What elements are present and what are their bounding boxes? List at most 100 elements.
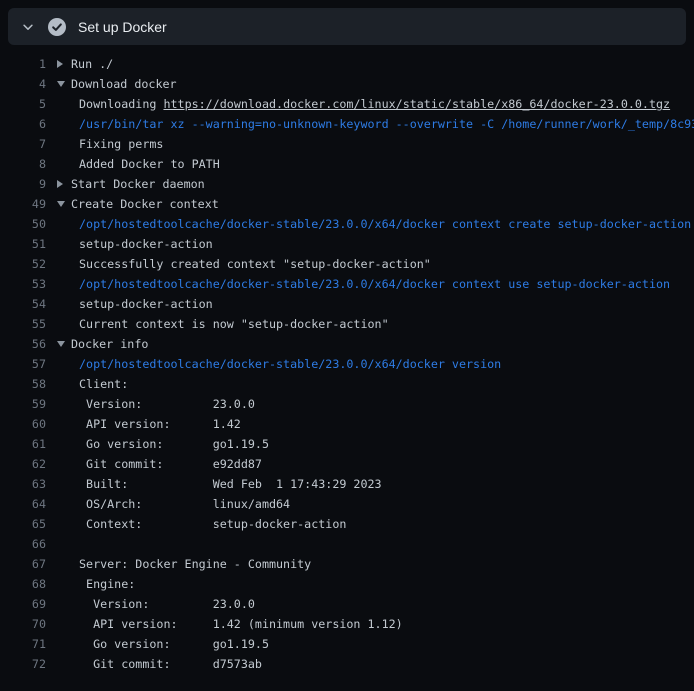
log-row: 67Server: Docker Engine - Community xyxy=(0,554,694,574)
log-row: 7Fixing perms xyxy=(0,134,694,154)
line-number[interactable]: 53 xyxy=(0,274,46,294)
line-number[interactable]: 50 xyxy=(0,214,46,234)
log-row: 68 Engine: xyxy=(0,574,694,594)
log-row: 69 Version: 23.0.0 xyxy=(0,594,694,614)
log-text: Git commit: d7573ab xyxy=(46,654,262,674)
line-number[interactable]: 54 xyxy=(0,294,46,314)
log-row: 59 Version: 23.0.0 xyxy=(0,394,694,414)
log-text: Current context is now "setup-docker-act… xyxy=(46,314,389,334)
group-title: Run ./ xyxy=(71,54,113,74)
page: { "header": { "title": "Set up Docker", … xyxy=(0,8,694,691)
log-group-row[interactable]: 4 Download docker xyxy=(0,74,694,94)
line-number[interactable]: 49 xyxy=(0,194,46,214)
log-text: Version: 23.0.0 xyxy=(46,594,255,614)
group-title: Create Docker context xyxy=(71,194,219,214)
log-text: setup-docker-action xyxy=(46,234,213,254)
log-command-text: /opt/hostedtoolcache/docker-stable/23.0.… xyxy=(46,354,501,374)
line-number[interactable]: 64 xyxy=(0,494,46,514)
line-number[interactable]: 62 xyxy=(0,454,46,474)
line-number[interactable]: 67 xyxy=(0,554,46,574)
log-command-text: /usr/bin/tar xz --warning=no-unknown-key… xyxy=(46,114,694,134)
chevron-down-icon[interactable] xyxy=(21,20,35,34)
step-title: Set up Docker xyxy=(78,19,167,35)
line-number[interactable]: 65 xyxy=(0,514,46,534)
line-number[interactable]: 8 xyxy=(0,154,46,174)
log-row: 58Client: xyxy=(0,374,694,394)
log-group-row[interactable]: 56 Docker info xyxy=(0,334,694,354)
log-row: 66 xyxy=(0,534,694,554)
log-command-text: /opt/hostedtoolcache/docker-stable/23.0.… xyxy=(46,214,691,234)
log-row: 62 Git commit: e92dd87 xyxy=(0,454,694,474)
log-text: API version: 1.42 xyxy=(46,414,241,434)
triangle-down-icon[interactable] xyxy=(57,81,67,87)
line-number[interactable]: 4 xyxy=(0,74,46,94)
log-text: OS/Arch: linux/amd64 xyxy=(46,494,290,514)
check-circle-icon xyxy=(48,18,66,36)
line-number[interactable]: 1 xyxy=(0,54,46,74)
log-row: 54setup-docker-action xyxy=(0,294,694,314)
log-text: Built: Wed Feb 1 17:43:29 2023 xyxy=(46,474,382,494)
log-row: 5Downloading https://download.docker.com… xyxy=(0,94,694,114)
line-number[interactable]: 55 xyxy=(0,314,46,334)
line-number[interactable]: 7 xyxy=(0,134,46,154)
log-text: Go version: go1.19.5 xyxy=(46,634,269,654)
line-number[interactable]: 52 xyxy=(0,254,46,274)
line-number[interactable]: 68 xyxy=(0,574,46,594)
line-number[interactable]: 6 xyxy=(0,114,46,134)
log-row: 61 Go version: go1.19.5 xyxy=(0,434,694,454)
triangle-down-icon[interactable] xyxy=(57,201,67,207)
log-command-text: /opt/hostedtoolcache/docker-stable/23.0.… xyxy=(46,274,670,294)
line-number[interactable]: 66 xyxy=(0,534,46,554)
line-number[interactable]: 60 xyxy=(0,414,46,434)
log-row: 50/opt/hostedtoolcache/docker-stable/23.… xyxy=(0,214,694,234)
log-group-row[interactable]: 1 Run ./ xyxy=(0,54,694,74)
triangle-right-icon[interactable] xyxy=(57,60,67,68)
log-text: Added Docker to PATH xyxy=(46,154,220,174)
log-row: 70 API version: 1.42 (minimum version 1.… xyxy=(0,614,694,634)
log-text: Version: 23.0.0 xyxy=(46,394,255,414)
line-number[interactable]: 71 xyxy=(0,634,46,654)
line-number[interactable]: 58 xyxy=(0,374,46,394)
line-number[interactable]: 70 xyxy=(0,614,46,634)
group-title: Docker info xyxy=(71,334,148,354)
log-row: 8Added Docker to PATH xyxy=(0,154,694,174)
log-url-link[interactable]: https://download.docker.com/linux/static… xyxy=(163,97,670,111)
log-container: 1Run ./4Download docker5Downloading http… xyxy=(0,45,694,674)
log-row: 65 Context: setup-docker-action xyxy=(0,514,694,534)
log-group-row[interactable]: 9Start Docker daemon xyxy=(0,174,694,194)
log-row: 63 Built: Wed Feb 1 17:43:29 2023 xyxy=(0,474,694,494)
step-header[interactable]: Set up Docker xyxy=(8,8,686,45)
triangle-right-icon[interactable] xyxy=(57,180,67,188)
line-number[interactable]: 9 xyxy=(0,174,46,194)
log-text: Client: xyxy=(46,374,128,394)
log-text: API version: 1.42 (minimum version 1.12) xyxy=(46,614,403,634)
line-number[interactable]: 59 xyxy=(0,394,46,414)
log-text: Successfully created context "setup-dock… xyxy=(46,254,431,274)
log-text: Git commit: e92dd87 xyxy=(46,454,262,474)
line-number[interactable]: 69 xyxy=(0,594,46,614)
log-row: 55Current context is now "setup-docker-a… xyxy=(0,314,694,334)
line-number[interactable]: 51 xyxy=(0,234,46,254)
log-row: 52Successfully created context "setup-do… xyxy=(0,254,694,274)
line-number[interactable]: 72 xyxy=(0,654,46,674)
line-number[interactable]: 63 xyxy=(0,474,46,494)
log-row: 60 API version: 1.42 xyxy=(0,414,694,434)
log-row: 6/usr/bin/tar xz --warning=no-unknown-ke… xyxy=(0,114,694,134)
log-text: Context: setup-docker-action xyxy=(46,514,346,534)
log-text: setup-docker-action xyxy=(46,294,213,314)
log-row: 51setup-docker-action xyxy=(0,234,694,254)
log-text: Server: Docker Engine - Community xyxy=(46,554,311,574)
log-row: 71 Go version: go1.19.5 xyxy=(0,634,694,654)
log-text: Downloading https://download.docker.com/… xyxy=(46,94,670,114)
group-title: Download docker xyxy=(71,74,177,94)
line-number[interactable]: 61 xyxy=(0,434,46,454)
triangle-down-icon[interactable] xyxy=(57,341,67,347)
line-number[interactable]: 5 xyxy=(0,94,46,114)
line-number[interactable]: 56 xyxy=(0,334,46,354)
line-number[interactable]: 57 xyxy=(0,354,46,374)
log-group-row[interactable]: 49 Create Docker context xyxy=(0,194,694,214)
log-row: 72 Git commit: d7573ab xyxy=(0,654,694,674)
log-text-prefix: Downloading xyxy=(79,97,163,111)
log-text: Go version: go1.19.5 xyxy=(46,434,269,454)
log-text: Fixing perms xyxy=(46,134,163,154)
